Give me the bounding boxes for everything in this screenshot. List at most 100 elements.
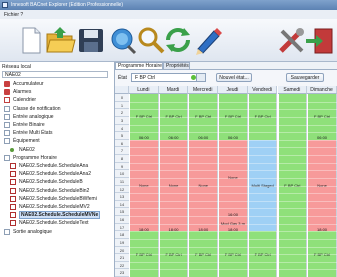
chevron-down-icon[interactable] [196,74,205,81]
day-header: Mardi [158,86,189,94]
new-state-button[interactable]: Nouvel état... [216,73,252,82]
hour-label: 13 [115,193,129,201]
hour-gridline [129,223,337,225]
hour-label: 3 [115,116,129,125]
tree-item[interactable]: NAE02.Schedule.ScheduleAna [0,162,114,170]
tree-item-label: NAE02 [19,146,35,153]
tab-proprietes[interactable]: Propriétés [163,62,190,69]
app-icon [2,2,8,8]
sidebar-header: Réseau local [2,64,31,70]
hour-label: 7 [115,147,129,155]
tree-item[interactable]: NAE02.Schedule.ScheduleBin2 [0,187,114,195]
hour-label: 9 [115,162,129,171]
tree-item-label: Entrée analogique [13,113,54,120]
tree-item[interactable]: Entrée analogique [0,113,114,121]
schedule-icon [10,163,16,169]
save-button[interactable]: Sauvegarder [286,73,324,82]
tree-item-label: Sortie analogique [13,228,52,235]
save-icon[interactable] [75,25,107,55]
hour-gridline [129,185,337,187]
state-dropdown[interactable]: F BP Ctrl [131,73,206,82]
exit-icon[interactable] [304,25,336,55]
new-file-icon[interactable] [14,25,46,55]
tree-item[interactable]: Entrée Binaire [0,121,114,129]
object-icon [4,89,10,96]
hour-label: 14 [115,200,129,209]
folder-icon [4,105,10,112]
hour-gridline [129,116,337,118]
tree-item[interactable]: Accumulateur [0,80,114,88]
tree-item[interactable]: NAE02.Schedule.ScheduleMVNe [0,211,114,220]
tree-item[interactable]: Programme Horaire [0,154,114,162]
hour-gridline [129,208,337,210]
hour-label: 12 [115,185,129,194]
grid-corner [115,86,129,94]
tree-item-label: NAE02.Schedule.ScheduleBin2 [19,187,90,194]
tree-item-label: NAE02.Schedule.ScheduleB [19,179,83,186]
hour-gridline [129,124,337,126]
tree-item-label: Accumulateur [13,81,44,87]
tree-item[interactable]: Équipement [0,137,114,145]
tree-item[interactable]: Sortie analogique [0,228,114,236]
tree-item[interactable]: NAE02.Schedule.ScheduleMV2 [0,203,114,211]
day-header: Lundi [129,86,159,94]
hour-label: 0 [115,94,129,102]
folder-icon [4,228,10,235]
tree-item[interactable]: NAE02 [0,146,114,154]
tab-strip: Programme Horaire Propriétés [115,62,337,69]
hour-gridline [129,254,337,256]
hour-gridline [129,231,337,233]
schedule-controls: État F BP Ctrl Nouvel état... Sauvegarde… [115,69,337,86]
search-input[interactable]: NAE02 [2,71,108,78]
hour-label: 20 [115,246,129,255]
hour-gridline [129,101,337,103]
app-window: Innesoft BACnet Explorer (Edition Profes… [0,0,337,277]
hour-gridline [129,162,337,164]
hour-gridline [129,170,337,172]
hour-label: 22 [115,261,129,270]
tree-item-label: Programme Horaire [13,154,57,161]
tree-item-label: Entrée Binaire [13,122,45,128]
edit-icon[interactable] [192,25,224,55]
schedule-icon [10,195,16,202]
folder-icon [4,113,10,120]
hour-gridline [129,132,337,134]
tree-item[interactable]: Entrée Multi États [0,129,114,137]
day-header: Samedi [277,86,308,94]
tree-item[interactable]: Alarmes [0,88,114,96]
tree-item[interactable]: Calendrier [0,96,114,104]
schedule-icon [10,220,16,227]
refresh-icon[interactable] [162,25,194,55]
folder-icon [4,138,10,145]
tab-programme-horaire[interactable]: Programme Horaire [115,62,163,69]
menu-file[interactable]: Fichier ? [4,12,23,18]
tree-item[interactable]: NAE02.Schedule.ScheduleB [0,178,114,186]
hour-label: 18 [115,231,129,239]
tree-item[interactable]: NAE02.Schedule.ScheduleBWfemi [0,195,114,203]
hour-gridline [129,246,337,248]
device-icon [10,147,14,152]
title-bar[interactable]: Innesoft BACnet Explorer (Edition Profes… [0,0,337,10]
hour-label: 19 [115,238,129,247]
day-header: Vendredi [247,86,278,94]
hour-label: 4 [115,124,129,133]
hour-gridline [129,200,337,202]
day-header: Mercredi [188,86,219,94]
hour-gridline [129,155,337,156]
open-folder-icon[interactable] [44,25,76,55]
hour-gridline [129,177,337,179]
tree-item-label: Alarmes [13,89,32,96]
day-header: Jeudi [218,86,248,94]
tree-item[interactable]: NAE02.Schedule.ScheduleAna2 [0,170,114,178]
tree-item-label: NAE02.Schedule.ScheduleAna [19,163,89,169]
hour-gridline [129,216,337,217]
hour-label: 5 [115,132,129,140]
tree-item-label: NAE02.Schedule.ScheduleAna2 [19,171,91,178]
tree-item[interactable]: Classe de notification [0,105,114,113]
hour-label: 23 [115,269,129,277]
state-dropdown-value: F BP Ctrl [135,75,156,81]
schedule-grid[interactable]: Lundi Mardi Mercredi Jeudi Vendredi Samedi Dim… [115,86,337,277]
tree-item-label: Calendrier [13,97,37,104]
tree-item[interactable]: NAE02.Schedule.ScheduleText [0,219,114,227]
object-icon [4,81,10,87]
